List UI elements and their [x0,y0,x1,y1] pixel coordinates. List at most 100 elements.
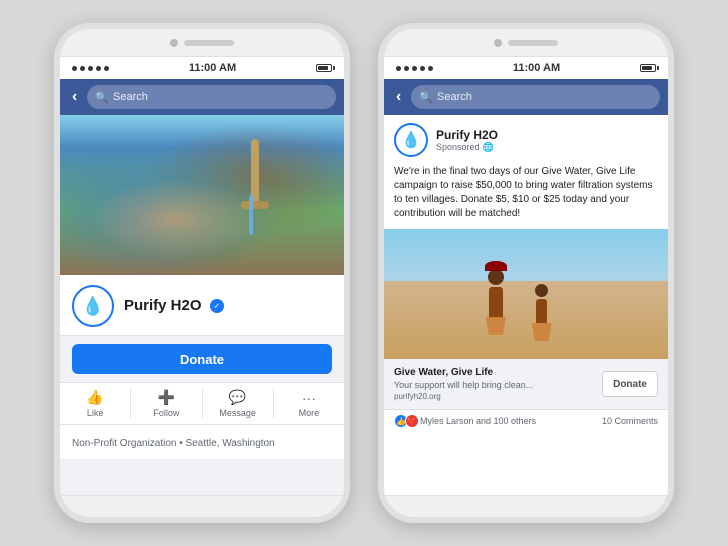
post-header: 💧 Purify H2O Sponsored 🌐 [384,115,668,165]
post-link-url: purifyh20.org [394,392,594,401]
fb-nav-left: ‹ 🔍 Search [60,79,344,115]
sponsored-text: Sponsored [436,142,480,152]
post-link-info: Give Water, Give Life Your support will … [394,367,594,401]
status-icons-left [316,64,332,72]
top-bezel-left [60,29,344,57]
dot3r [412,66,417,71]
page-info: Non-Profit Organization • Seattle, Washi… [60,425,344,459]
action-more[interactable]: ··· More [274,383,344,424]
status-bar-left: 11:00 AM [60,57,344,79]
phone-content-left: 💧 Purify H2O Donate 👍 Like ➕ Follow [60,115,344,495]
person-2-skirt [532,323,552,341]
donate-button-right[interactable]: Donate [602,371,658,397]
reaction-like-2: ❤️ [405,414,419,428]
speaker-right [508,40,558,46]
action-follow[interactable]: ➕ Follow [131,383,201,424]
hands-shape [88,179,258,259]
verified-icon [210,299,224,313]
person-silhouette-2 [532,284,552,339]
dot4r [420,66,425,71]
dot4 [96,66,101,71]
back-button-right[interactable]: ‹ [392,84,405,110]
bowl-on-head [485,261,507,271]
person-1-skirt [486,317,506,335]
bottom-bezel-right [384,495,668,517]
like-emoji-2: ❤️ [407,417,417,426]
person-2-body [536,299,547,323]
battery-icon-left [316,64,332,72]
top-bezel-right [384,29,668,57]
like-icon: 👍 [86,389,103,406]
search-icon-right: 🔍 [419,91,433,104]
post-link-section: Give Water, Give Life Your support will … [384,359,668,409]
speaker-left [184,40,234,46]
scene: 11:00 AM ‹ 🔍 Search [0,0,728,546]
dot2 [80,66,85,71]
post-header-info: Purify H2O Sponsored 🌐 [436,128,658,153]
dot1r [396,66,401,71]
profile-name-wrap: Purify H2O [124,297,224,315]
status-time-left: 11:00 AM [189,62,236,74]
person-silhouette-1 [483,269,508,339]
dot3 [88,66,93,71]
post-avatar: 💧 [394,123,428,157]
search-bar-right[interactable]: 🔍 Search [411,85,660,109]
search-icon-left: 🔍 [95,91,109,104]
dot2r [404,66,409,71]
signal-dots-right [396,66,433,71]
globe-icon: 🌐 [483,142,494,153]
post-footer: 👍 ❤️ Myles Larson and 100 others 10 Comm… [384,409,668,432]
message-label: Message [219,408,256,418]
person-1-head [488,269,504,285]
post-link-title: Give Water, Give Life [394,367,594,378]
cover-photo [60,115,344,275]
status-bar-right: 11:00 AM [384,57,668,79]
more-label: More [299,408,320,418]
bottom-bezel-left [60,495,344,517]
comment-count: 10 Comments [602,416,658,426]
action-like[interactable]: 👍 Like [60,383,130,424]
camera-right [494,39,502,47]
fb-nav-right: ‹ 🔍 Search [384,79,668,115]
donate-button-left[interactable]: Donate [72,344,332,374]
search-text-right: Search [437,91,472,103]
page-info-text: Non-Profit Organization • Seattle, Washi… [72,438,275,449]
post-link-desc: Your support will help bring clean... [394,380,594,390]
search-bar-left[interactable]: 🔍 Search [87,85,336,109]
follow-label: Follow [153,408,179,418]
phone-right: 11:00 AM ‹ 🔍 Search 💧 Pur [378,23,674,523]
back-button-left[interactable]: ‹ [68,84,81,110]
dot1 [72,66,77,71]
status-time-right: 11:00 AM [513,62,560,74]
more-icon: ··· [302,390,316,406]
camera-left [170,39,178,47]
cover-scene [60,115,344,275]
dot5r [428,66,433,71]
status-icons-right [640,64,656,72]
ground-bg [384,281,668,359]
phone-left: 11:00 AM ‹ 🔍 Search [54,23,350,523]
post-image-scene [384,229,668,359]
signal-dots-left [72,66,109,71]
post-card: 💧 Purify H2O Sponsored 🌐 We're in the fi… [384,115,668,495]
profile-logo: 💧 [72,285,114,327]
profile-section: 💧 Purify H2O [60,275,344,336]
person-1-body [489,287,503,317]
water-drop-icon: 💧 [82,296,104,317]
battery-icon-right [640,64,656,72]
dot5 [104,66,109,71]
reaction-avatars: 👍 ❤️ [394,414,416,428]
post-avatar-icon: 💧 [401,130,421,150]
page-name-left: Purify H2O [124,297,202,314]
post-page-name: Purify H2O [436,128,658,142]
reaction-text: Myles Larson and 100 others [420,416,536,426]
post-reactions: 👍 ❤️ Myles Larson and 100 others [394,414,536,428]
like-label: Like [87,408,104,418]
action-bar: 👍 Like ➕ Follow 💬 Message ··· More [60,382,344,425]
post-body: We're in the final two days of our Give … [384,165,668,229]
message-icon: 💬 [229,389,246,406]
search-text-left: Search [113,91,148,103]
sky-bg [384,229,668,288]
action-message[interactable]: 💬 Message [203,383,273,424]
person-2-head [535,284,548,297]
